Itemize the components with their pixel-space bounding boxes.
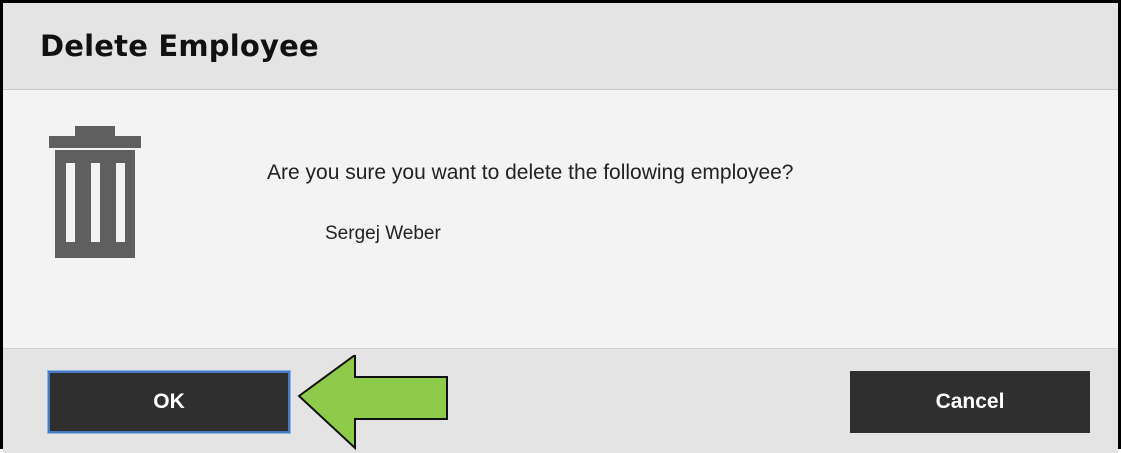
trash-icon-slot-1 xyxy=(66,163,75,242)
ok-button[interactable]: OK xyxy=(48,371,290,433)
delete-employee-dialog: Delete Employee Are you sure you want to… xyxy=(0,0,1121,453)
cancel-button[interactable]: Cancel xyxy=(850,371,1090,433)
trash-icon-slot-3 xyxy=(116,163,125,242)
dialog-footer: OK Cancel xyxy=(3,348,1118,453)
arrow-left-icon xyxy=(297,355,448,451)
trash-icon-rim xyxy=(49,136,141,148)
dialog-title: Delete Employee xyxy=(40,29,319,63)
employee-name: Sergej Weber xyxy=(325,223,441,244)
trash-icon xyxy=(49,126,141,258)
annotation-arrow xyxy=(297,355,448,451)
trash-icon-slot-2 xyxy=(91,163,100,242)
dialog-body: Are you sure you want to delete the foll… xyxy=(3,90,1118,348)
confirmation-message: Are you sure you want to delete the foll… xyxy=(267,161,794,184)
dialog-header: Delete Employee xyxy=(3,3,1118,90)
trash-icon-lid xyxy=(75,126,115,136)
